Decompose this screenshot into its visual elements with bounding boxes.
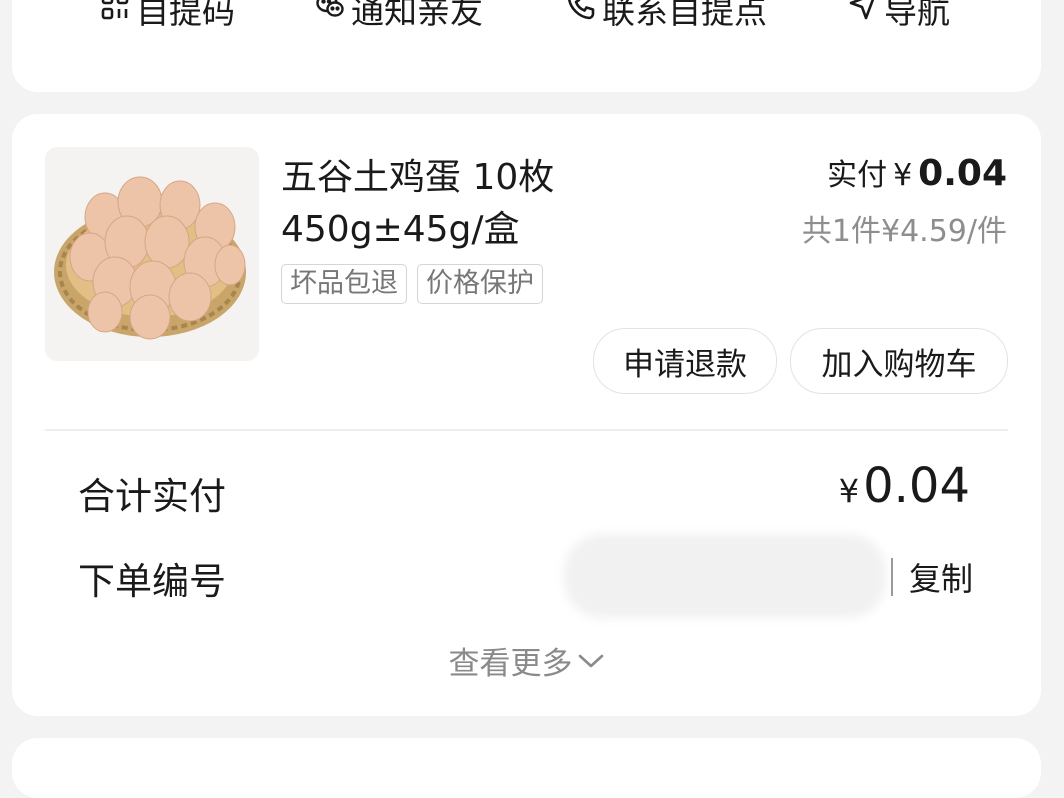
- item-paid-currency: ¥: [893, 158, 913, 193]
- chevron-down-icon: [577, 643, 605, 679]
- wechat-icon: [315, 0, 345, 29]
- notify-friends-label: 通知亲友: [351, 0, 483, 31]
- order-number-label: 下单编号: [78, 560, 226, 603]
- quantity-unit-price: 共1件¥4.59/件: [801, 214, 1007, 249]
- qr-code-icon: [100, 0, 130, 29]
- egg-basket-image[interactable]: [45, 147, 259, 361]
- view-more-label: 查看更多: [448, 646, 573, 682]
- copy-separator: [891, 558, 893, 596]
- total-amount: 0.04: [863, 458, 970, 514]
- add-to-cart-button[interactable]: 加入购物车: [790, 328, 1008, 394]
- copy-order-number-button[interactable]: 复制: [909, 554, 973, 600]
- pickup-code-label: 自提码: [136, 0, 235, 31]
- phone-icon: [566, 0, 596, 29]
- next-card: [12, 738, 1041, 798]
- item-paid-line: 实付 ¥ 0.04: [827, 150, 1007, 194]
- notify-friends-action[interactable]: 通知亲友: [315, 0, 483, 31]
- total-currency: ¥: [838, 472, 860, 510]
- navigation-arrow-icon: [848, 0, 878, 29]
- order-card: 五谷土鸡蛋 10枚 450g±45g/盒 坏品包退 价格保护 实付 ¥ 0.04…: [12, 114, 1041, 716]
- pickup-code-action[interactable]: 自提码: [100, 0, 235, 31]
- navigation-label: 导航: [884, 0, 950, 31]
- view-more-button[interactable]: 查看更多: [12, 638, 1041, 683]
- tag-price-protection: 价格保护: [417, 264, 543, 304]
- item-paid-label: 实付: [827, 158, 888, 193]
- pickup-actions-card: 自提码 通知亲友 联系自提点 导航: [12, 0, 1041, 92]
- contact-pickup-point-action[interactable]: 联系自提点: [566, 0, 767, 31]
- request-refund-button[interactable]: 申请退款: [593, 328, 777, 394]
- divider: [45, 429, 1008, 431]
- total-paid-label: 合计实付: [78, 475, 226, 518]
- total-paid-value: ¥ 0.04: [839, 458, 970, 514]
- product-title[interactable]: 五谷土鸡蛋 10枚 450g±45g/盒: [281, 152, 751, 256]
- tag-damage-refund: 坏品包退: [281, 264, 407, 304]
- item-paid-value: 0.04: [918, 153, 1007, 194]
- navigation-action[interactable]: 导航: [848, 0, 950, 31]
- order-number-redacted: [564, 534, 886, 618]
- product-tags: 坏品包退 价格保护: [281, 264, 543, 304]
- contact-pickup-point-label: 联系自提点: [602, 0, 767, 31]
